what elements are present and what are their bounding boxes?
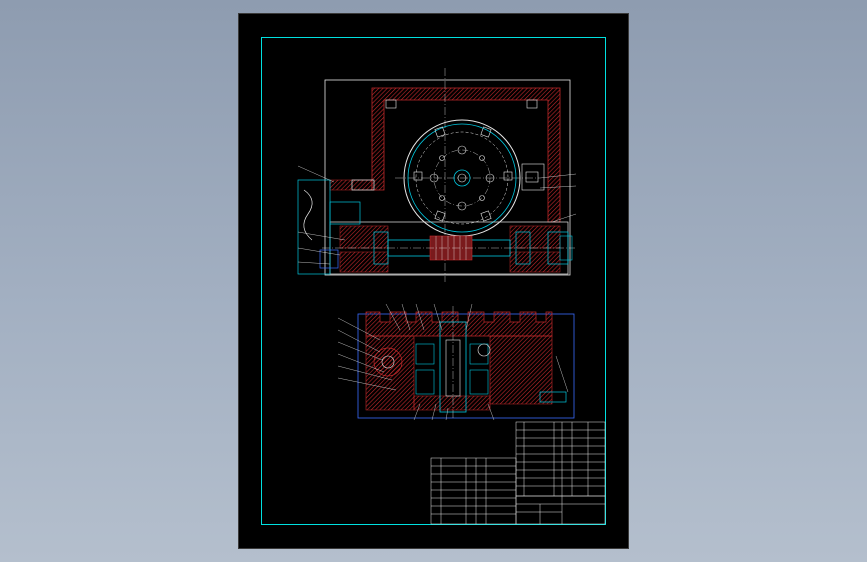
worm-shaft xyxy=(322,221,575,275)
left-wall-hatch xyxy=(329,179,373,191)
t-slot-table xyxy=(365,311,553,337)
top-view xyxy=(297,68,577,282)
section-view xyxy=(337,303,575,421)
worm-gear xyxy=(373,347,403,377)
cad-drawing xyxy=(297,68,606,525)
title-block xyxy=(430,421,606,525)
